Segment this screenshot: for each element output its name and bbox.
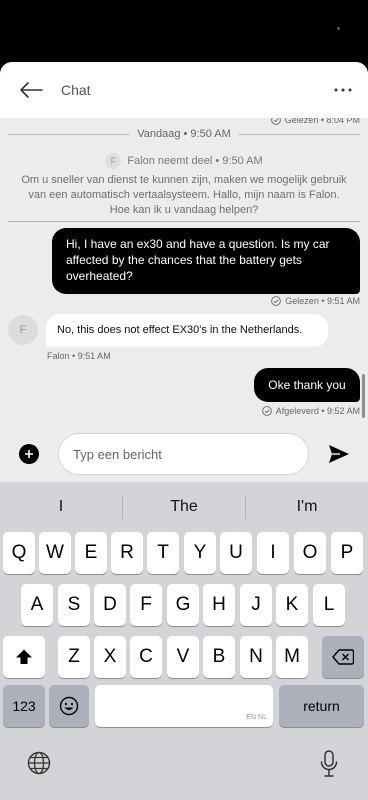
- more-horizontal-icon[interactable]: [332, 80, 354, 100]
- key-u[interactable]: U: [220, 532, 252, 574]
- microphone-icon[interactable]: [320, 750, 338, 778]
- message-status: Gelezen • 9:51 AM: [271, 296, 360, 306]
- plus-circle-icon[interactable]: [19, 444, 39, 464]
- space-key[interactable]: EN NL: [95, 685, 273, 727]
- key-z[interactable]: Z: [58, 636, 90, 678]
- backspace-key[interactable]: [322, 636, 364, 678]
- message-input[interactable]: [58, 433, 309, 475]
- emoji-key[interactable]: [49, 685, 89, 727]
- key-y[interactable]: Y: [184, 532, 216, 574]
- key-e[interactable]: E: [75, 532, 107, 574]
- check-circle-icon: [261, 406, 272, 416]
- key-l[interactable]: L: [313, 584, 345, 626]
- key-c[interactable]: C: [130, 636, 162, 678]
- key-w[interactable]: W: [39, 532, 71, 574]
- key-f[interactable]: F: [130, 584, 162, 626]
- avatar: F: [105, 153, 122, 169]
- send-icon[interactable]: [328, 444, 350, 464]
- chat-header: Chat: [0, 62, 368, 118]
- chat-sheet: Chat Gelezen • 8:04 PM Vandaag • 9:50 AM…: [0, 62, 368, 482]
- suggestion-item[interactable]: The: [123, 494, 245, 520]
- agent-joined-notice: F Falon neemt deel • 9:50 AM: [0, 153, 368, 169]
- keyboard: I The I'm Q W E R T Y U I O P A S D F G …: [0, 482, 368, 800]
- key-g[interactable]: G: [167, 584, 199, 626]
- key-d[interactable]: D: [94, 584, 126, 626]
- key-o[interactable]: O: [294, 532, 326, 574]
- suggestion-item[interactable]: I: [0, 494, 122, 520]
- key-p[interactable]: P: [331, 532, 363, 574]
- key-x[interactable]: X: [94, 636, 126, 678]
- key-k[interactable]: K: [276, 584, 308, 626]
- key-t[interactable]: T: [147, 532, 179, 574]
- return-key[interactable]: return: [279, 685, 364, 727]
- status-indicator: [337, 27, 340, 30]
- back-arrow-icon[interactable]: [18, 80, 44, 100]
- globe-icon[interactable]: [27, 751, 51, 775]
- shift-key[interactable]: [3, 636, 45, 678]
- scrollbar[interactable]: [362, 374, 365, 418]
- emoji-icon: [59, 696, 79, 716]
- language-hint: EN NL: [246, 714, 267, 721]
- numbers-key[interactable]: 123: [3, 685, 45, 727]
- key-r[interactable]: R: [111, 532, 143, 574]
- date-divider: Vandaag • 9:50 AM: [0, 128, 368, 140]
- page-title: Chat: [61, 82, 91, 98]
- sender-meta: Falon • 9:51 AM: [47, 351, 111, 361]
- message-status: Afgeleverd • 9:52 AM: [261, 406, 360, 416]
- key-a[interactable]: A: [21, 584, 53, 626]
- avatar: F: [8, 315, 38, 345]
- key-j[interactable]: J: [240, 584, 272, 626]
- key-n[interactable]: N: [240, 636, 272, 678]
- suggestion-bar: I The I'm: [0, 494, 368, 520]
- key-m[interactable]: M: [276, 636, 308, 678]
- message-list[interactable]: Gelezen • 8:04 PM Vandaag • 9:50 AM F Fa…: [0, 115, 368, 432]
- suggestion-item[interactable]: I'm: [246, 494, 368, 520]
- key-i[interactable]: I: [257, 532, 289, 574]
- backspace-icon: [332, 649, 354, 665]
- system-message: Om u sneller van dienst te kunnen zijn, …: [21, 174, 347, 216]
- status-bar: [0, 0, 368, 62]
- incoming-message: No, this does not effect EX30's in the N…: [46, 314, 328, 347]
- composer: [0, 432, 368, 482]
- key-h[interactable]: H: [203, 584, 235, 626]
- key-v[interactable]: V: [167, 636, 199, 678]
- key-q[interactable]: Q: [3, 532, 35, 574]
- shift-icon: [16, 649, 32, 664]
- outgoing-message: Hi, I have an ex30 and have a question. …: [52, 228, 360, 294]
- system-message-divider: [8, 221, 360, 222]
- check-circle-icon: [271, 296, 282, 306]
- key-b[interactable]: B: [203, 636, 235, 678]
- outgoing-message: Oke thank you: [254, 368, 360, 402]
- key-s[interactable]: S: [58, 584, 90, 626]
